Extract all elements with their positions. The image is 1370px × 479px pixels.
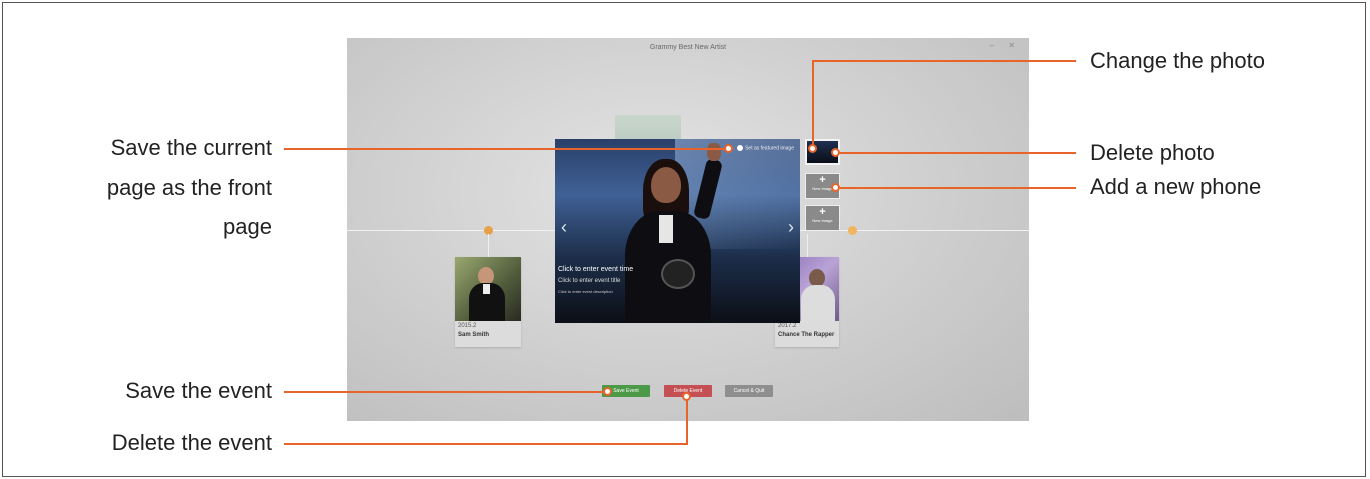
callout-dot <box>724 144 733 153</box>
window-controls[interactable]: – ✕ <box>990 41 1021 50</box>
callout-dot <box>603 387 612 396</box>
event-title-input[interactable]: Click to enter event title <box>558 278 620 284</box>
callout-save-front-line2: page as the front <box>106 175 272 200</box>
callout-dot <box>808 144 817 153</box>
callout-dot <box>831 183 840 192</box>
event-image-viewer[interactable]: ‹ › Set as featured image Click to enter… <box>555 139 800 323</box>
app-window: Grammy Best New Artist – ✕ 2015.2 Sam Sm… <box>347 38 1029 421</box>
callout-save-front-line3: page <box>223 214 272 239</box>
add-event-icon[interactable] <box>848 226 857 235</box>
event-description-input[interactable]: Click to enter event description <box>558 289 613 294</box>
callout-dot <box>682 392 691 401</box>
event-time-input[interactable]: Click to enter event time <box>558 266 633 273</box>
callout-add-new-phone: Add a new phone <box>1090 174 1262 199</box>
timeline-stem <box>488 234 489 258</box>
event-card-date: 2015.2 <box>458 323 477 329</box>
callout-line <box>812 60 1076 62</box>
callout-line <box>284 148 727 150</box>
callout-line <box>284 391 606 393</box>
window-title: Grammy Best New Artist <box>649 44 727 51</box>
callout-save-front-line1: Save the current <box>110 135 272 160</box>
callout-line <box>284 443 688 445</box>
callout-line <box>812 60 814 148</box>
featured-label: Set as featured image <box>745 145 794 152</box>
event-card[interactable]: 2015.2 Sam Smith <box>455 257 521 347</box>
event-card-name: Sam Smith <box>458 332 490 338</box>
callout-line <box>836 187 1076 189</box>
timeline-stem <box>807 234 808 258</box>
callout-delete-photo: Delete photo <box>1090 140 1215 165</box>
event-card-date: 2017.2 <box>778 323 797 329</box>
photo-subject-head <box>651 167 681 203</box>
photo-subject-hand <box>707 143 721 161</box>
grammy-trophy <box>661 259 695 289</box>
check-icon <box>737 145 744 151</box>
new-image-button[interactable]: + New Image <box>805 205 840 231</box>
callout-line <box>836 152 1076 154</box>
photo-subject-shirt <box>659 215 673 243</box>
event-card-photo <box>455 257 521 321</box>
set-featured-image-toggle[interactable]: Set as featured image <box>737 145 794 151</box>
new-image-label: New Image <box>812 218 833 223</box>
callout-line <box>686 396 688 445</box>
cancel-quit-button[interactable]: Cancel & Quit <box>725 385 773 397</box>
plus-icon: + <box>819 206 826 218</box>
chevron-left-icon[interactable]: ‹ <box>561 217 567 238</box>
callout-dot <box>831 148 840 157</box>
callout-change-photo: Change the photo <box>1090 48 1265 73</box>
callout-save-event: Save the event <box>125 378 272 403</box>
callout-delete-event: Delete the event <box>111 430 272 455</box>
chevron-right-icon[interactable]: › <box>788 217 794 238</box>
event-card-name: Chance The Rapper <box>778 332 835 338</box>
